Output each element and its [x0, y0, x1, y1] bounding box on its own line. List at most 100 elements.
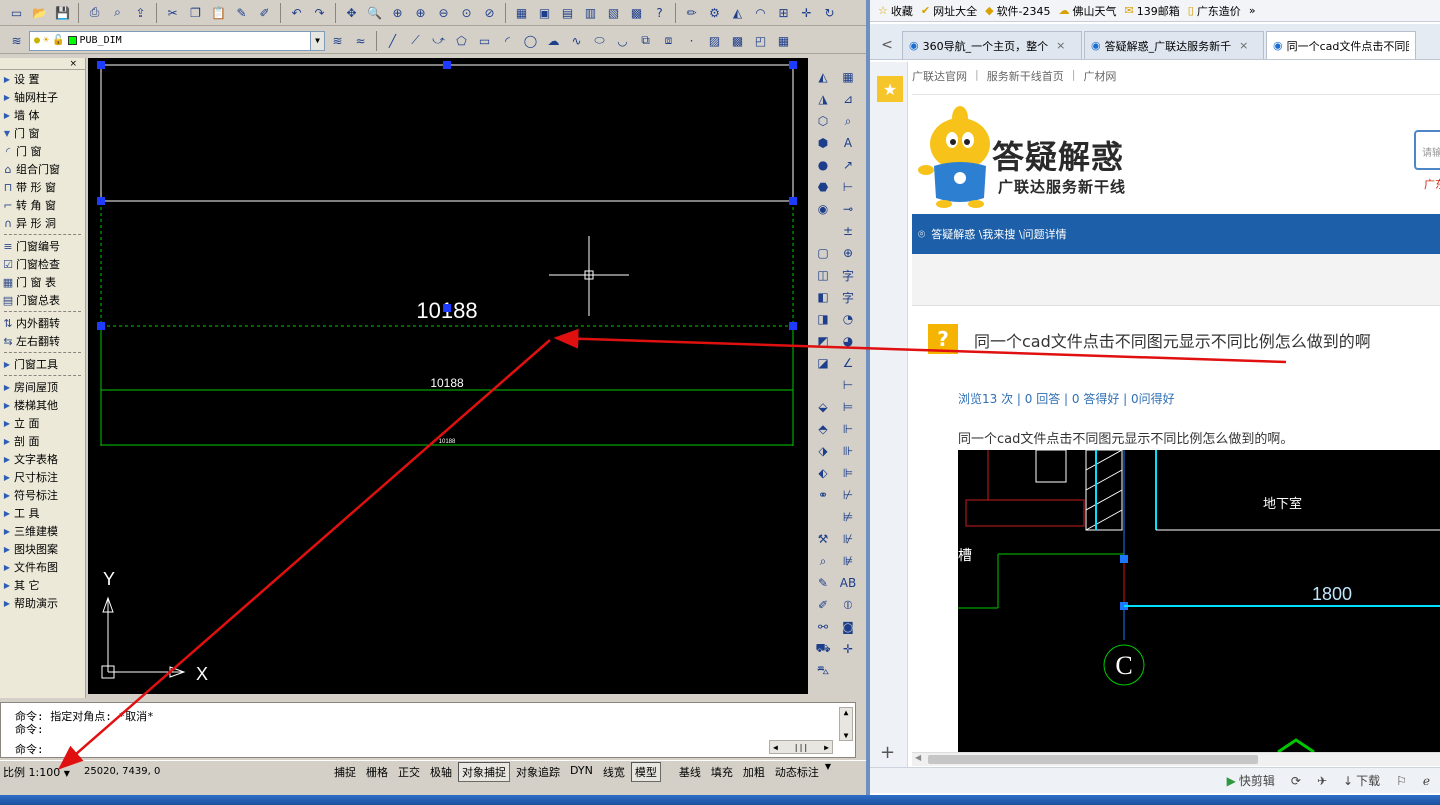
truck-icon[interactable]: ⛟: [812, 638, 834, 660]
favorite-item[interactable]: ▯ 广东造价: [1188, 3, 1241, 19]
palette-item[interactable]: ▶ 尺寸标注: [0, 468, 85, 486]
chevron-down-icon[interactable]: ▼: [310, 31, 324, 50]
scroll-thumb[interactable]: |||: [794, 743, 808, 752]
toplink[interactable]: 广联达官网: [912, 68, 967, 84]
palette-item[interactable]: ▶ 帮助演示: [0, 594, 85, 612]
cut-icon[interactable]: ✂: [162, 2, 183, 23]
view-top-icon[interactable]: ◫: [812, 264, 834, 286]
orbit-icon[interactable]: ⚭: [812, 484, 834, 506]
view-right-icon[interactable]: ◨: [812, 308, 834, 330]
pan-icon[interactable]: ✥: [341, 2, 362, 23]
insert-block-icon[interactable]: ⧉: [635, 30, 656, 51]
palette-item[interactable]: ▶ 其 它: [0, 576, 85, 594]
new-file-icon[interactable]: ▭: [6, 2, 27, 23]
elevation-icon[interactable]: ±: [837, 220, 859, 242]
rectangle-icon[interactable]: ▭: [474, 30, 495, 51]
dim-update-icon[interactable]: ⊬: [837, 484, 859, 506]
block-editor-icon[interactable]: ✐: [254, 2, 275, 23]
scroll-down-icon[interactable]: ▼: [844, 731, 849, 740]
palette-item[interactable]: ▼ 门 窗: [0, 124, 85, 142]
dim-space-icon[interactable]: ⊫: [837, 462, 859, 484]
shade3-icon[interactable]: ⬗: [812, 440, 834, 462]
dim-break-icon[interactable]: ⊪: [837, 440, 859, 462]
text-edit-icon[interactable]: 字: [837, 286, 859, 308]
text-icon[interactable]: A: [837, 132, 859, 154]
help-icon[interactable]: ?: [649, 2, 670, 23]
dim-split-icon[interactable]: ⊯: [837, 550, 859, 572]
status-item[interactable]: ✈: [1317, 774, 1327, 788]
line-icon[interactable]: ╱: [382, 30, 403, 51]
design-center-icon[interactable]: ▣: [534, 2, 555, 23]
dim-baseline-icon[interactable]: ⊨: [837, 396, 859, 418]
zoom-extents-icon[interactable]: ⊙: [456, 2, 477, 23]
palette-item[interactable]: ▶ 门窗工具: [0, 355, 85, 373]
brush2-icon[interactable]: ✐: [812, 594, 834, 616]
arc-dim-icon[interactable]: ◔: [837, 308, 859, 330]
shade2-icon[interactable]: ⬘: [812, 418, 834, 440]
layer-manager-icon[interactable]: ≋: [6, 30, 27, 51]
index-icon[interactable]: ◙: [837, 616, 859, 638]
spline-icon[interactable]: ∿: [566, 30, 587, 51]
status-toggle[interactable]: 对象追踪: [512, 762, 564, 782]
draw-pen-icon[interactable]: ✏: [681, 2, 702, 23]
dim-linear-icon[interactable]: ▦: [837, 66, 859, 88]
zoom-previous-icon[interactable]: ⊘: [479, 2, 500, 23]
palette-item[interactable]: ▦ 门 窗 表: [0, 273, 85, 291]
match-properties-icon[interactable]: ✎: [231, 2, 252, 23]
construction-line-icon[interactable]: ⟋: [405, 30, 426, 51]
table-icon[interactable]: ▦: [773, 30, 794, 51]
redo-icon[interactable]: ↷: [309, 2, 330, 23]
grip[interactable]: [97, 322, 105, 330]
palette-item[interactable]: ▶ 楼梯其他: [0, 396, 85, 414]
torus-icon[interactable]: ◉: [812, 198, 834, 220]
favorite-item[interactable]: ✉ 139邮箱: [1125, 3, 1180, 19]
modify-icon[interactable]: ⚙: [704, 2, 725, 23]
status-toggle[interactable]: 捕捉: [330, 762, 360, 782]
make-block-icon[interactable]: ⧈: [658, 30, 679, 51]
grip[interactable]: [443, 61, 451, 69]
chevron-down-icon[interactable]: ▼: [825, 762, 831, 782]
ellipse-arc-icon[interactable]: ◡: [612, 30, 633, 51]
command-prompt[interactable]: 命令:: [15, 741, 44, 756]
status-toggle[interactable]: 极轴: [426, 762, 456, 782]
browser-tab[interactable]: ◉ 同一个cad文件点击不同图: [1266, 31, 1416, 59]
favorite-item[interactable]: ☆ 收藏: [878, 3, 913, 19]
layer-previous-icon[interactable]: ≋: [327, 30, 348, 51]
center-mark-icon[interactable]: ⊸: [837, 198, 859, 220]
open-file-icon[interactable]: 📂: [29, 2, 50, 23]
palette-item[interactable]: ⇆ 左右翻转: [0, 332, 85, 350]
revision-cloud-icon[interactable]: ☁: [543, 30, 564, 51]
publish-icon[interactable]: ⇪: [130, 2, 151, 23]
shade-icon[interactable]: ⬙: [812, 396, 834, 418]
scroll-left-icon[interactable]: ◀: [915, 753, 921, 762]
markup-icon[interactable]: ▧: [603, 2, 624, 23]
layer-states-icon[interactable]: ≈: [350, 30, 371, 51]
view-left-icon[interactable]: ◧: [812, 286, 834, 308]
axis-icon[interactable]: ⊕: [837, 242, 859, 264]
status-toggle[interactable]: 栅格: [362, 762, 392, 782]
view-iso-icon[interactable]: ◩: [812, 330, 834, 352]
palette-item[interactable]: ▶ 设 置: [0, 70, 85, 88]
gradient-icon[interactable]: ▩: [727, 30, 748, 51]
palette-item[interactable]: ∩ 异 形 洞: [0, 214, 85, 232]
3d-box-icon[interactable]: ◭: [812, 66, 834, 88]
dim-override-icon[interactable]: ⊭: [837, 506, 859, 528]
chevron-down-icon[interactable]: ▼: [64, 769, 70, 778]
browser-tab[interactable]: ◉ 360导航_一个主页，整个 ×: [902, 31, 1082, 59]
dim-text-icon[interactable]: AB: [837, 572, 859, 594]
status-toggle[interactable]: 对象捕捉: [458, 761, 510, 782]
angle-icon[interactable]: ∠: [837, 352, 859, 374]
3d-wedge-icon[interactable]: ◮: [812, 88, 834, 110]
save-icon[interactable]: 💾: [52, 2, 73, 23]
palette-item[interactable]: ▶ 墙 体: [0, 106, 85, 124]
hatch-icon[interactable]: ▨: [704, 30, 725, 51]
grip[interactable]: [443, 304, 451, 312]
dim-ordinate-icon[interactable]: ⌕: [837, 110, 859, 132]
zoom-tool-icon[interactable]: ⌕: [812, 550, 834, 572]
zoom-realtime-icon[interactable]: 🔍: [364, 2, 385, 23]
dim-continue-icon[interactable]: ⊩: [837, 418, 859, 440]
shade4-icon[interactable]: ⬖: [812, 462, 834, 484]
toplink[interactable]: 服务新干线首页: [987, 68, 1064, 84]
dim-chain-icon[interactable]: ⊢: [837, 374, 859, 396]
palette-item[interactable]: ⊓ 带 形 窗: [0, 178, 85, 196]
